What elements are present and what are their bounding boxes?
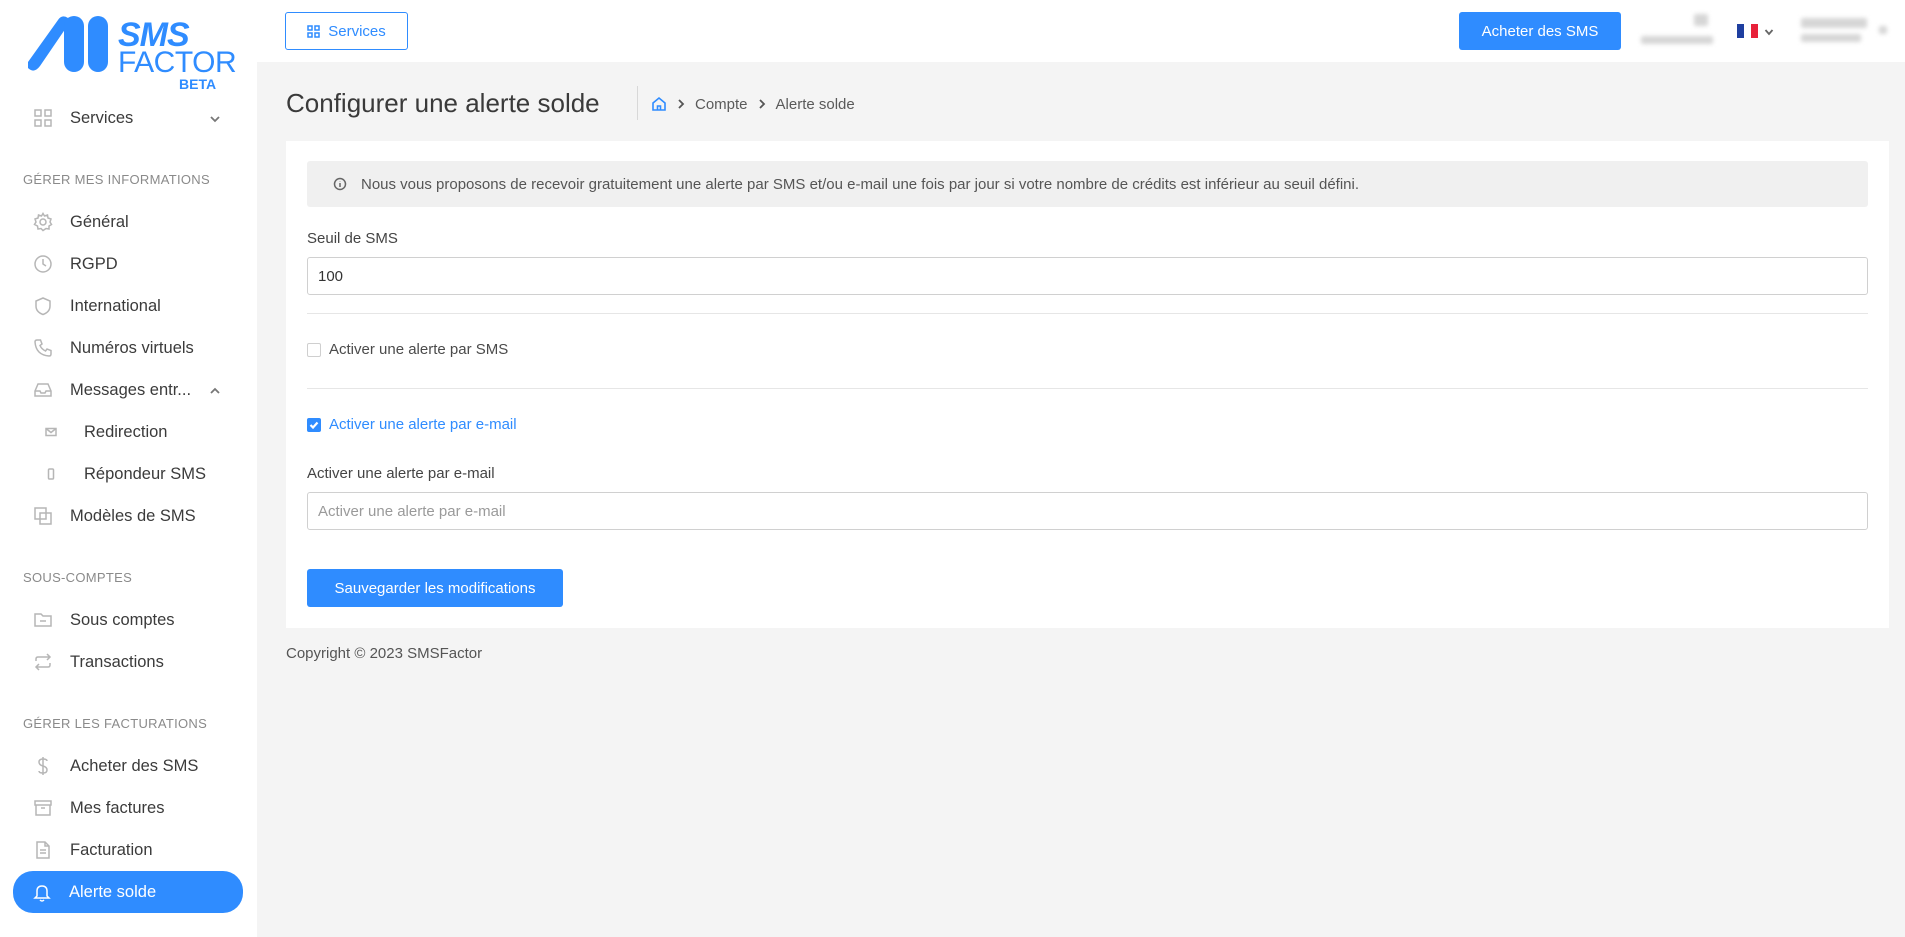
sidebar-item-invoices[interactable]: Mes factures <box>14 790 243 826</box>
info-icon <box>333 177 347 191</box>
sidebar-item-label: Messages entr... <box>70 380 192 399</box>
copyright: Copyright © 2023 SMSFactor <box>286 645 483 662</box>
alert-settings-card: Nous vous proposons de recevoir gratuite… <box>286 141 1889 628</box>
threshold-input[interactable] <box>307 257 1868 295</box>
chevron-right-icon <box>758 99 766 109</box>
sidebar-item-label: Général <box>70 212 129 231</box>
bell-icon <box>31 881 53 903</box>
home-icon[interactable] <box>651 96 667 112</box>
sidebar-item-redirection[interactable]: Redirection <box>14 414 243 450</box>
services-button[interactable]: Services <box>285 12 408 50</box>
info-banner: Nous vous proposons de recevoir gratuite… <box>307 161 1868 207</box>
sidebar-item-label: Acheter des SMS <box>70 756 199 775</box>
user-name-blurred[interactable] <box>1801 18 1867 28</box>
section-label-billing: GÉRER LES FACTURATIONS <box>23 716 208 731</box>
grid-icon <box>307 24 320 38</box>
services-button-label: Services <box>328 22 386 40</box>
sidebar-item-label: Numéros virtuels <box>70 338 194 357</box>
breadcrumb: Compte Alerte solde <box>651 94 855 114</box>
checkbox-checked[interactable] <box>307 417 321 432</box>
sidebar-item-label: Alerte solde <box>69 882 157 901</box>
title-divider <box>637 86 638 120</box>
divider <box>307 313 1868 314</box>
sidebar-item-label: Transactions <box>70 652 164 671</box>
email-field-label: Activer une alerte par e-mail <box>307 465 495 482</box>
buy-sms-button[interactable]: Acheter des SMS <box>1459 12 1621 50</box>
document-icon <box>32 839 54 861</box>
account-name-blurred <box>1641 36 1713 44</box>
logo[interactable]: SMS FACTOR BETA <box>24 12 237 92</box>
chevron-up-icon <box>209 383 221 395</box>
email-alert-checkbox[interactable]: Activer une alerte par e-mail <box>307 416 517 433</box>
sidebar-item-services[interactable]: Services <box>14 100 243 136</box>
logo-text-factor: FACTOR <box>118 46 237 79</box>
sidebar: SMS FACTOR BETA Services GÉRER MES INFOR… <box>0 0 257 937</box>
divider <box>307 388 1868 389</box>
sidebar-item-label: Services <box>70 108 134 127</box>
sidebar-item-billing[interactable]: Facturation <box>14 832 243 868</box>
save-button[interactable]: Sauvegarder les modifications <box>307 569 563 607</box>
phone-icon <box>32 337 54 359</box>
clock-icon <box>32 253 54 275</box>
sidebar-item-balance-alert[interactable]: Alerte solde <box>13 871 243 913</box>
sidebar-item-buy-sms[interactable]: Acheter des SMS <box>14 748 243 784</box>
sidebar-item-international[interactable]: International <box>14 288 243 324</box>
sidebar-item-label: International <box>70 296 161 315</box>
sidebar-item-incoming-messages[interactable]: Messages entr... <box>14 372 243 408</box>
sms-alert-label: Activer une alerte par SMS <box>329 341 509 358</box>
sidebar-item-rgpd[interactable]: RGPD <box>14 246 243 282</box>
section-label-info: GÉRER MES INFORMATIONS <box>23 172 210 187</box>
sidebar-item-general[interactable]: Général <box>14 204 243 240</box>
mail-icon <box>40 421 62 443</box>
flag-fr-icon[interactable] <box>1737 24 1758 38</box>
logo-text-beta: BETA <box>179 76 217 92</box>
logo-mark-icon <box>28 16 108 72</box>
sidebar-item-subaccounts[interactable]: Sous comptes <box>14 602 243 638</box>
section-label-subaccounts: SOUS-COMPTES <box>23 570 133 585</box>
sidebar-item-label: Facturation <box>70 840 153 859</box>
dollar-icon <box>32 755 54 777</box>
user-email-blurred <box>1801 34 1861 42</box>
check-icon <box>309 421 319 429</box>
top-header: Services Acheter des SMS <box>257 0 1905 62</box>
mobile-icon <box>40 463 62 485</box>
account-balance-blurred <box>1694 14 1708 26</box>
info-text: Nous vous proposons de recevoir gratuite… <box>361 175 1360 193</box>
sidebar-item-sms-responder[interactable]: Répondeur SMS <box>14 456 243 492</box>
chevron-down-icon <box>209 111 221 123</box>
email-input[interactable] <box>307 492 1868 530</box>
breadcrumb-current: Alerte solde <box>775 95 855 113</box>
sidebar-item-sms-templates[interactable]: Modèles de SMS <box>14 498 243 534</box>
grid-icon <box>32 107 54 129</box>
sidebar-item-label: Mes factures <box>70 798 165 817</box>
folder-icon <box>32 609 54 631</box>
page-title: Configurer une alerte solde <box>286 88 600 118</box>
archive-icon <box>32 797 54 819</box>
sidebar-item-label: Répondeur SMS <box>84 464 206 483</box>
breadcrumb-account[interactable]: Compte <box>695 96 748 113</box>
checkbox-empty[interactable] <box>307 342 321 357</box>
threshold-label: Seuil de SMS <box>307 230 398 247</box>
chevron-right-icon <box>677 99 685 109</box>
email-alert-label: Activer une alerte par e-mail <box>329 416 517 433</box>
sidebar-item-label: Modèles de SMS <box>70 506 196 525</box>
sidebar-item-transactions[interactable]: Transactions <box>14 644 243 680</box>
sidebar-item-virtual-numbers[interactable]: Numéros virtuels <box>14 330 243 366</box>
sidebar-item-label: RGPD <box>70 254 118 273</box>
inbox-icon <box>32 379 54 401</box>
sidebar-item-label: Redirection <box>84 422 168 441</box>
gear-icon <box>32 211 54 233</box>
chevron-down-icon[interactable] <box>1764 24 1774 36</box>
repeat-icon <box>32 651 54 673</box>
sidebar-item-label: Sous comptes <box>70 610 175 629</box>
copy-icon <box>32 505 54 527</box>
user-menu-icon[interactable] <box>1879 26 1887 34</box>
shield-icon <box>32 295 54 317</box>
sms-alert-checkbox[interactable]: Activer une alerte par SMS <box>307 341 508 358</box>
